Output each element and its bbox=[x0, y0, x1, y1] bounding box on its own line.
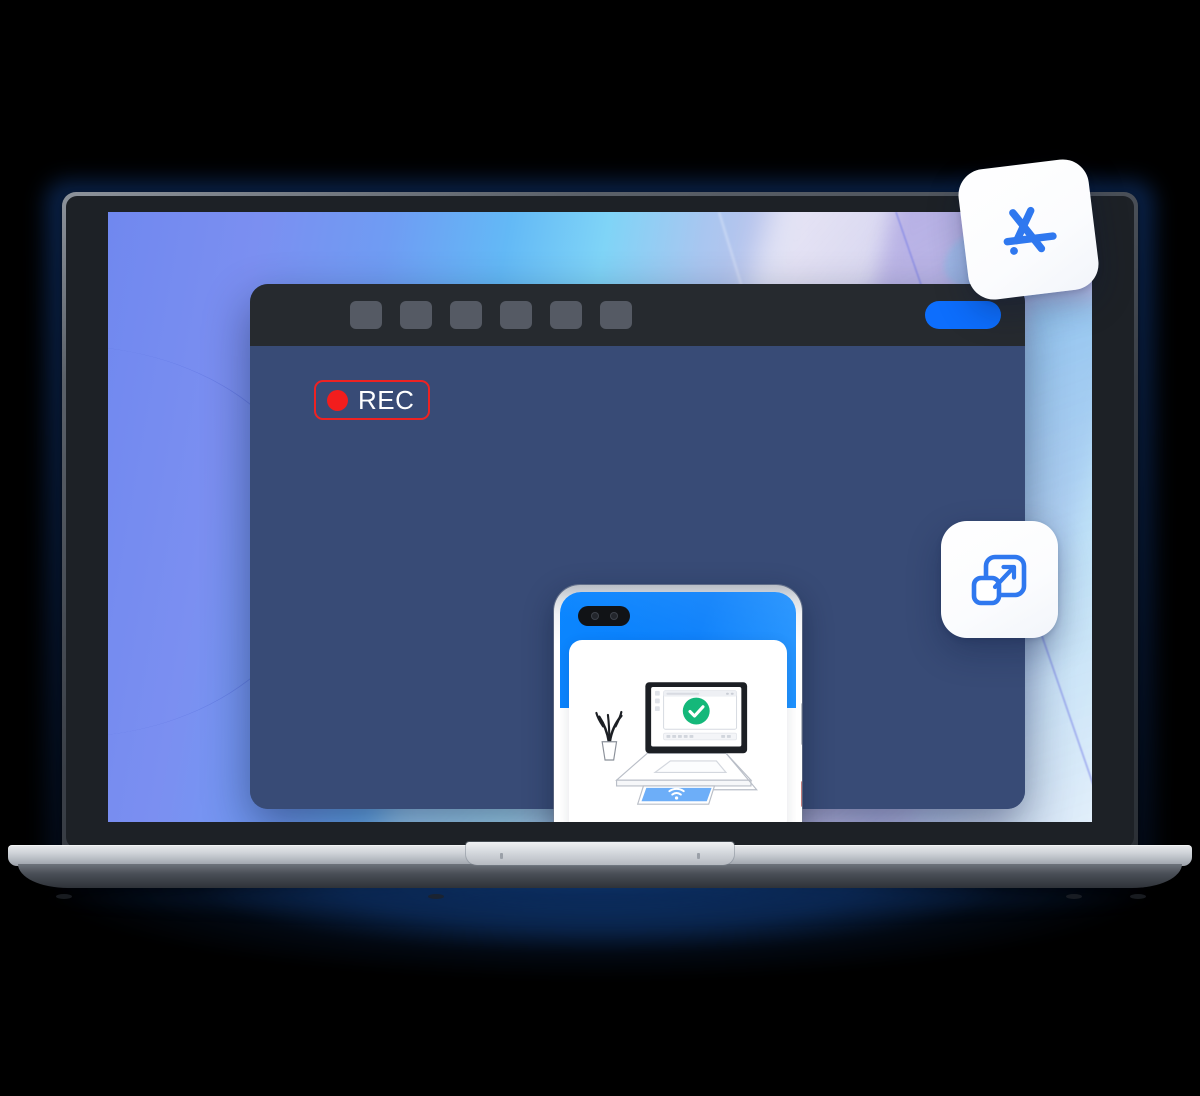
record-dot-icon bbox=[327, 389, 348, 411]
screenshot-stage: REC bbox=[0, 0, 1200, 1096]
toolbar-button-4[interactable] bbox=[500, 301, 532, 329]
laptop-connected-graphic bbox=[595, 682, 758, 805]
phone-body: Device: DESKTOP-2BI473N bbox=[554, 585, 802, 822]
camera-lens-icon bbox=[590, 612, 599, 620]
laptop-foot bbox=[1130, 894, 1146, 899]
connection-success-illustration bbox=[569, 640, 787, 822]
laptop-base-front bbox=[18, 864, 1182, 899]
toolbar-button-6[interactable] bbox=[600, 301, 632, 329]
app-toolbar bbox=[250, 284, 1025, 346]
screen-mirror-icon[interactable] bbox=[941, 521, 1058, 638]
screen-mirror-glyph bbox=[971, 554, 1026, 605]
camera-lens-icon bbox=[609, 612, 618, 620]
power-button[interactable] bbox=[801, 781, 802, 807]
app-store-icon[interactable] bbox=[955, 156, 1102, 303]
recording-label: REC bbox=[358, 385, 415, 415]
toolbar-button-group bbox=[350, 301, 632, 329]
phone-screen: Device: DESKTOP-2BI473N bbox=[560, 592, 796, 822]
recording-badge[interactable]: REC bbox=[314, 380, 431, 420]
laptop-lid-graphic bbox=[645, 682, 748, 754]
plant-icon bbox=[595, 710, 623, 761]
dual-punch-hole-camera-icon bbox=[578, 606, 630, 626]
laptop-foot bbox=[1066, 894, 1082, 899]
volume-button[interactable] bbox=[801, 703, 802, 745]
laptop-base bbox=[0, 842, 1200, 917]
toolbar-button-5[interactable] bbox=[550, 301, 582, 329]
toolbar-button-1[interactable] bbox=[350, 301, 382, 329]
hinge-mark bbox=[697, 853, 700, 859]
laptop-screen: REC bbox=[108, 212, 1092, 822]
wifi-pad-icon bbox=[636, 785, 716, 805]
success-check-icon bbox=[682, 697, 710, 725]
laptop-hinge-notch bbox=[466, 842, 734, 865]
laptop-base-shadow bbox=[40, 885, 1160, 917]
toolbar-button-3[interactable] bbox=[450, 301, 482, 329]
toolbar-button-2[interactable] bbox=[400, 301, 432, 329]
laptop-foot bbox=[428, 894, 444, 899]
primary-action-button[interactable] bbox=[925, 301, 1001, 329]
phone-device: Device: DESKTOP-2BI473N bbox=[554, 585, 802, 822]
hinge-mark bbox=[500, 853, 503, 859]
app-store-glyph bbox=[1003, 206, 1057, 255]
laptop-foot bbox=[56, 894, 72, 899]
